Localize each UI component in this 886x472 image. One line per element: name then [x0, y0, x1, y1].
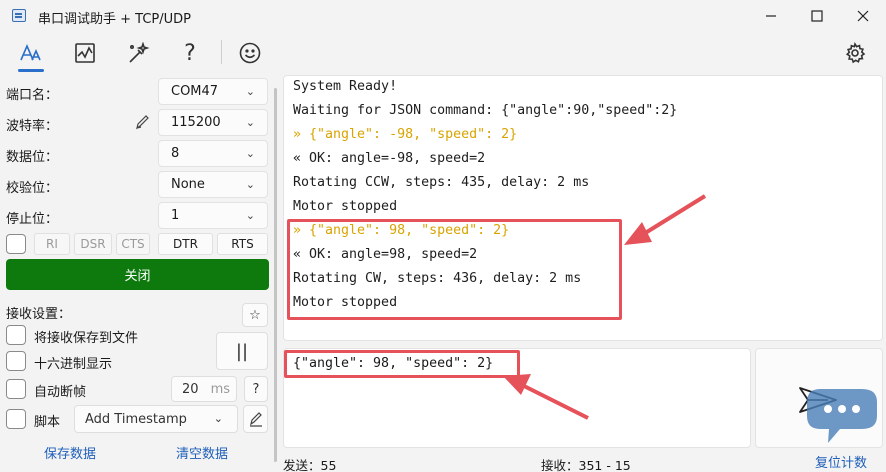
reset-count-button[interactable]: 复位计数 — [815, 452, 867, 471]
annotation-arrows — [503, 194, 707, 420]
received-count: 接收：351 - 15 — [541, 458, 631, 472]
sent-count: 发送：55 — [283, 458, 337, 472]
